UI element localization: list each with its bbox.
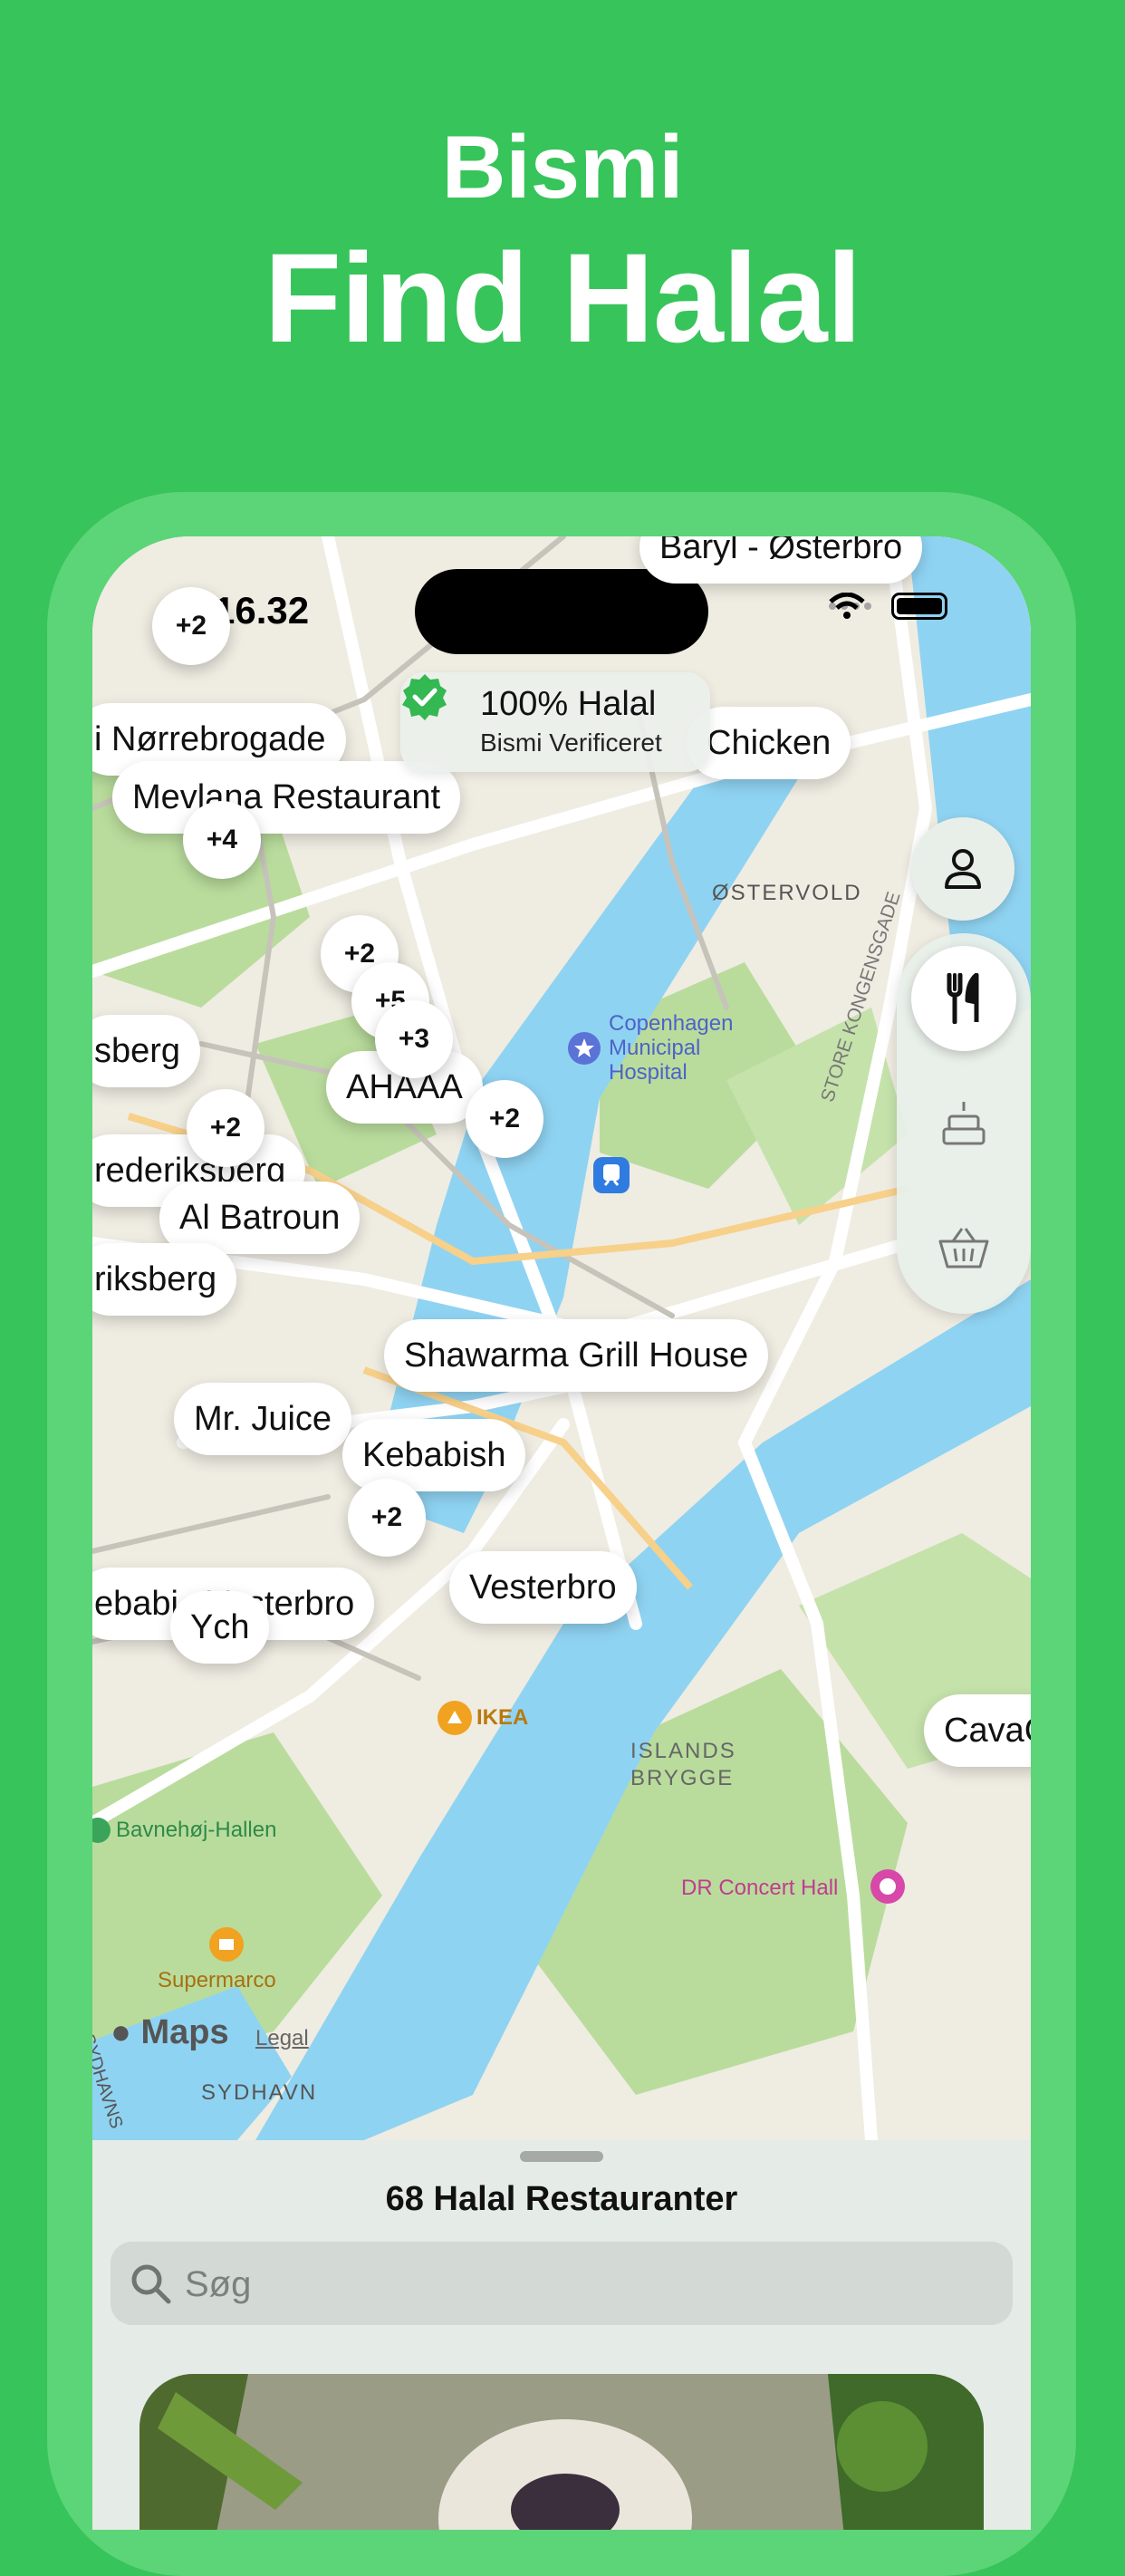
pin-cluster[interactable]: +2 xyxy=(187,1089,264,1167)
map-label-hospital: Copenhagen Municipal Hospital xyxy=(609,1011,734,1085)
promo-tagline: Find Halal xyxy=(264,227,862,369)
pin-cluster[interactable]: +2 xyxy=(466,1080,543,1158)
category-grocery-button[interactable] xyxy=(911,1192,1016,1298)
sheet-grabber[interactable] xyxy=(520,2151,603,2162)
map-label-dr-concert: DR Concert Hall xyxy=(681,1876,839,1900)
restaurant-card-image[interactable] xyxy=(139,2374,984,2530)
category-restaurants-button[interactable] xyxy=(911,946,1016,1051)
person-icon xyxy=(945,849,981,889)
map-label-sydhavn: SYDHAVN xyxy=(201,2080,318,2105)
search-input[interactable] xyxy=(183,2242,984,2327)
status-icons xyxy=(829,593,947,620)
restaurant-pin[interactable]: Mevlana Restaurant xyxy=(112,761,461,834)
sheet-title: 68 Halal Restauranter xyxy=(385,2180,738,2218)
pin-cluster[interactable]: +3 xyxy=(375,1000,453,1078)
restaurant-pin[interactable]: sberg xyxy=(92,1015,201,1087)
basket-icon xyxy=(938,1228,989,1269)
apple-icon: ● xyxy=(111,2013,131,2051)
category-bakery-button[interactable] xyxy=(911,1069,1016,1174)
pin-cluster[interactable]: +4 xyxy=(183,801,261,879)
bavnehoj-icon xyxy=(92,1818,111,1843)
pin-cluster[interactable]: +2 xyxy=(152,587,230,665)
profile-button[interactable] xyxy=(911,817,1014,921)
fork-knife-icon xyxy=(947,973,979,1024)
apple-maps-logo: ● Maps xyxy=(111,2013,229,2051)
restaurant-pin[interactable]: Shawarma Grill House xyxy=(384,1319,769,1392)
wifi-icon xyxy=(829,593,865,619)
pin-cluster[interactable]: +2 xyxy=(348,1479,426,1557)
supermarket-icon xyxy=(209,1927,244,1962)
bottom-sheet: 68 Halal Restauranter xyxy=(92,2140,1031,2530)
ikea-icon xyxy=(438,1701,472,1735)
restaurant-pin[interactable]: Vesterbro xyxy=(449,1551,637,1624)
theater-icon xyxy=(870,1869,905,1904)
map-label-supermarco: Supermarco xyxy=(158,1968,276,1992)
battery-icon xyxy=(891,593,947,620)
map-view[interactable]: 16.32 ØSTERVOLD Copenhagen Municipal Hos… xyxy=(92,536,1031,2140)
search-bar[interactable] xyxy=(111,2242,1013,2327)
restaurant-pin[interactable]: CavaC xyxy=(924,1694,1031,1767)
food-photo xyxy=(139,2374,984,2530)
category-selector xyxy=(897,933,1031,1314)
phone-screen: 16.32 ØSTERVOLD Copenhagen Municipal Hos… xyxy=(92,536,1031,2530)
badge-subtitle: Bismi Verificeret xyxy=(480,728,662,757)
restaurant-pin[interactable]: riksberg xyxy=(92,1243,237,1316)
promo-app-name: Bismi xyxy=(441,117,684,217)
map-label-ostervold: ØSTERVOLD xyxy=(712,881,862,905)
cake-icon xyxy=(942,1102,986,1145)
train-station-icon xyxy=(593,1157,630,1193)
restaurant-pin[interactable]: Kebabish xyxy=(342,1419,526,1491)
restaurant-pin[interactable]: Chicken xyxy=(687,707,851,779)
halal-verified-badge: 100% Halal Bismi Verificeret xyxy=(400,672,710,772)
search-icon xyxy=(131,2264,171,2304)
map-label-ikea: IKEA xyxy=(476,1705,529,1730)
badge-title: 100% Halal xyxy=(480,685,657,723)
map-label-bavnehoj: Bavnehøj-Hallen xyxy=(116,1818,277,1842)
checkmark-seal-icon xyxy=(402,674,447,720)
map-label-islands-brygge: ISLANDS BRYGGE xyxy=(630,1739,736,1790)
hospital-icon xyxy=(568,1032,601,1065)
restaurant-pin[interactable]: Mr. Juice xyxy=(174,1383,352,1455)
legal-link[interactable]: Legal xyxy=(255,2026,309,2051)
restaurant-pin[interactable]: Baryl - Østerbro xyxy=(639,536,923,584)
restaurant-pin[interactable]: Ych xyxy=(170,1591,270,1664)
